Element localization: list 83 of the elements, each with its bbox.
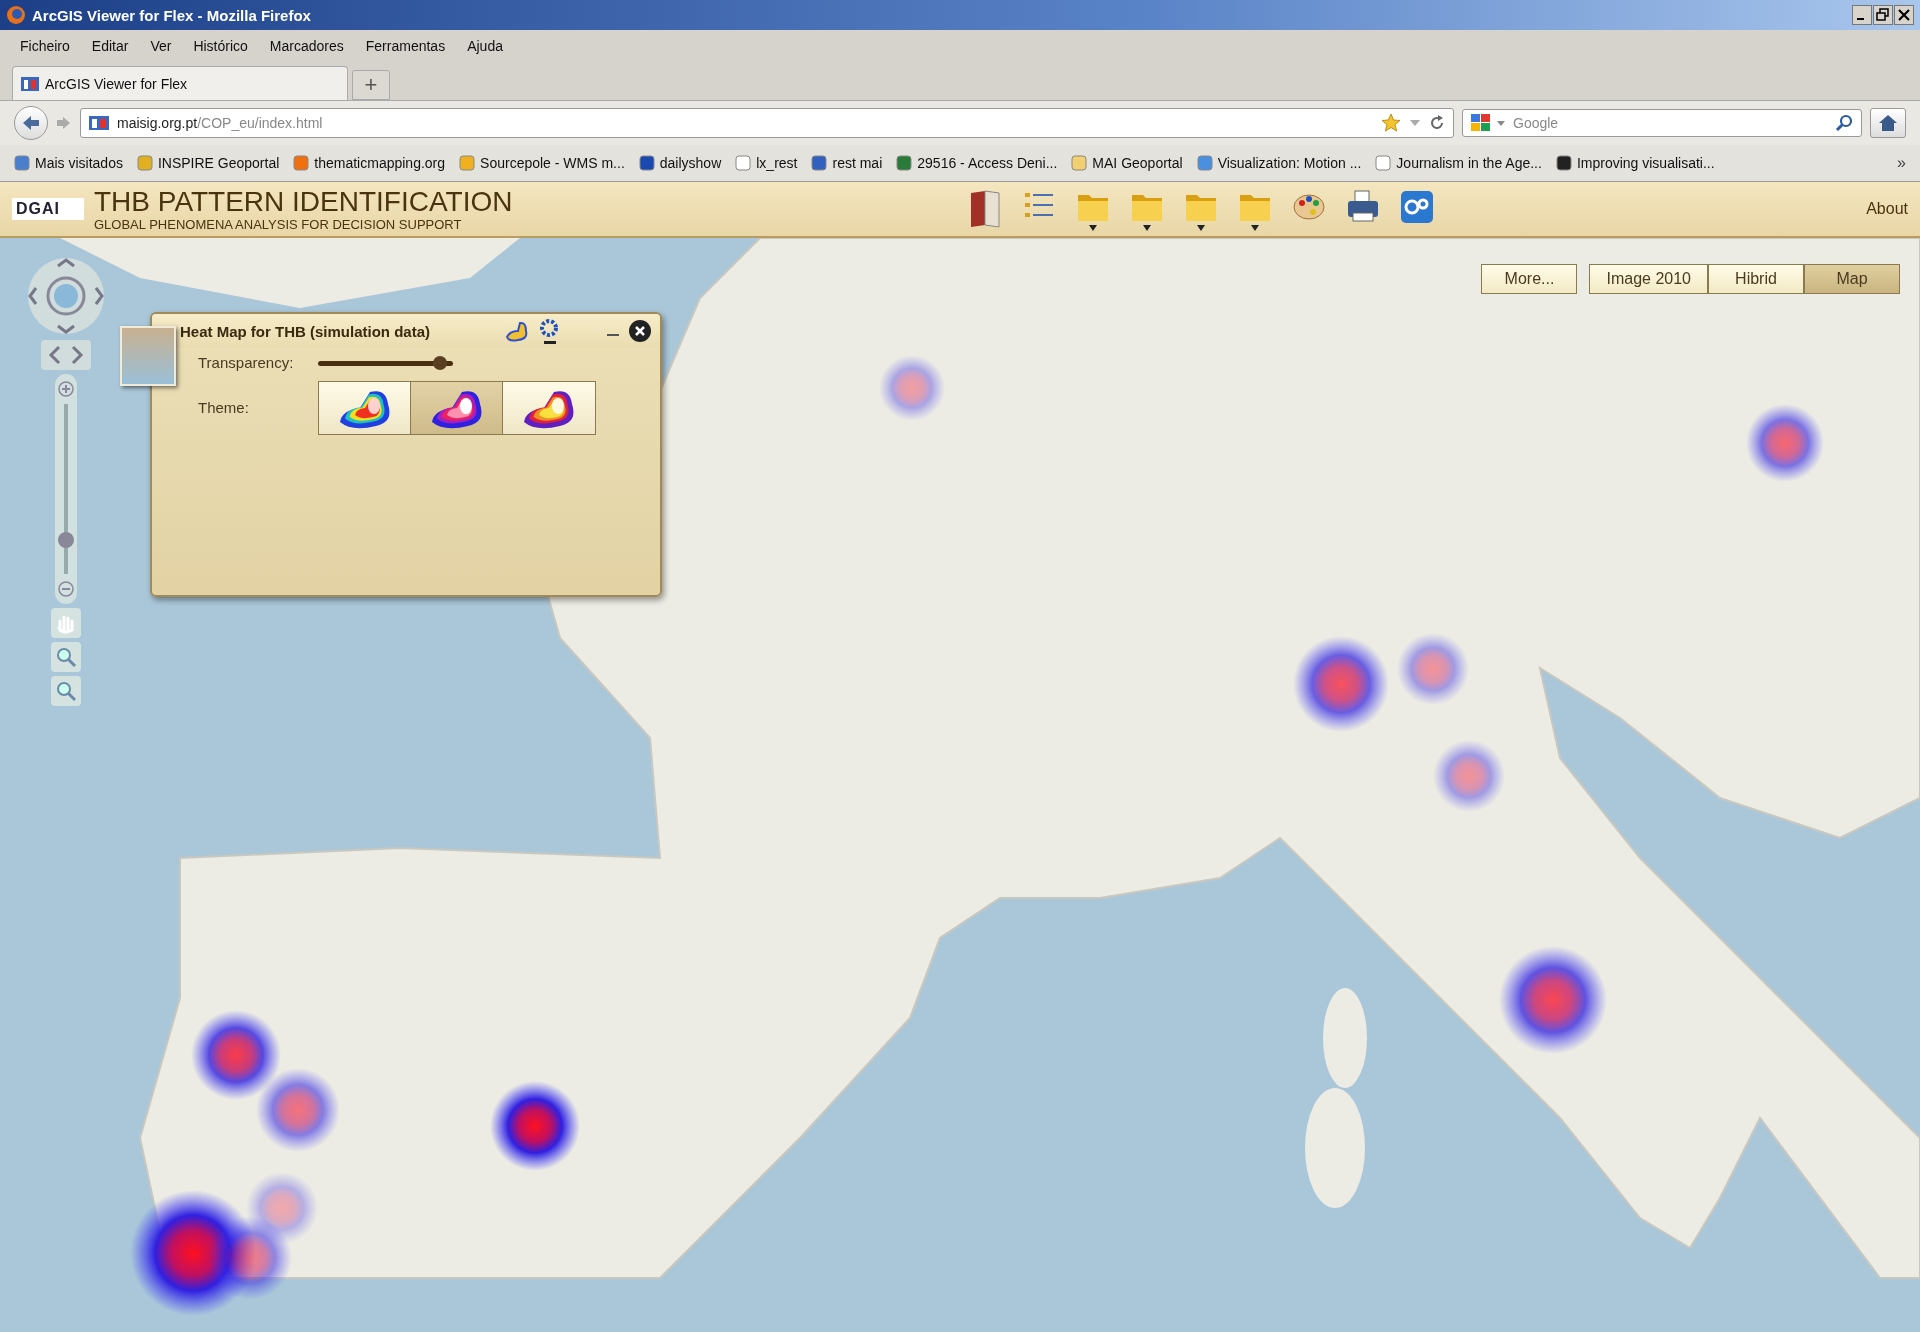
more-bookmarks-button[interactable]: » — [1897, 154, 1906, 172]
previous-next-icon[interactable] — [41, 340, 91, 370]
bookmark-icon — [459, 155, 476, 171]
address-field[interactable]: maisig.org.pt/COP_eu/index.html — [80, 108, 1454, 138]
bookmark-icon — [896, 155, 913, 171]
browser-tab[interactable]: ArcGIS Viewer for Flex — [12, 66, 348, 100]
site-icon — [21, 75, 39, 92]
map-thumbnail — [120, 326, 176, 386]
app-title: THB PATTERN IDENTIFICATION — [94, 186, 513, 217]
bookmark[interactable]: thematicmapping.org — [293, 155, 446, 171]
menu-item[interactable]: Ver — [150, 38, 172, 54]
menu-item[interactable]: Marcadores — [269, 38, 344, 54]
theme-button[interactable] — [319, 382, 411, 434]
bookmark-icon — [14, 155, 30, 171]
heat-blob-icon[interactable] — [504, 319, 530, 343]
search-field[interactable]: Google — [1462, 109, 1862, 137]
window-title: ArcGIS Viewer for Flex - Mozilla Firefox — [32, 6, 311, 24]
theme-button[interactable] — [503, 382, 595, 434]
bookmark-icon — [1375, 155, 1392, 171]
reload-icon[interactable] — [1429, 115, 1445, 131]
bookmark-icon — [735, 155, 752, 171]
restore-icon[interactable] — [1873, 5, 1893, 25]
zoom-out-tool-button[interactable] — [51, 676, 81, 706]
bookmark[interactable]: Visualization: Motion ... — [1196, 155, 1362, 171]
bookmark-icon — [136, 155, 153, 171]
back-button[interactable] — [14, 106, 48, 140]
magnifier-icon — [55, 680, 77, 702]
bookmark-icon — [1555, 155, 1572, 171]
magnifier-icon — [55, 646, 77, 668]
theme-button[interactable] — [411, 382, 503, 434]
bookmark[interactable]: INSPIRE Geoportal — [136, 155, 280, 171]
transparency-label: Transparency: — [198, 353, 295, 373]
dropdown-icon[interactable] — [1409, 118, 1421, 128]
dropdown-icon — [1497, 119, 1505, 127]
bookmark[interactable]: 29516 - Access Deni... — [896, 155, 1058, 171]
address-text: maisig.org.pt/COP_eu/index.html — [117, 115, 323, 131]
app-subtitle: GLOBAL PHENOMENA ANALYSIS FOR DECISION SUPPORT — [94, 216, 463, 232]
theme-label: Theme: — [198, 398, 250, 418]
zoom-in-icon[interactable] — [57, 380, 75, 398]
app-logo: DGAI — [12, 198, 84, 220]
bookmark-icon — [638, 155, 655, 171]
menu-item[interactable]: Ferramentas — [365, 38, 446, 54]
bookmark[interactable]: Improving visualisati... — [1555, 155, 1715, 171]
pan-control-icon[interactable] — [26, 256, 106, 336]
slider-thumb[interactable] — [58, 532, 74, 548]
basemap-button[interactable]: Hibrid — [1708, 264, 1804, 294]
bookmark[interactable]: dailyshow — [638, 155, 722, 171]
bookmark[interactable]: Mais visitados — [14, 155, 123, 171]
firefox-icon — [6, 5, 26, 25]
bookmark[interactable]: rest mai — [811, 155, 883, 171]
back-arrow-icon — [21, 114, 41, 132]
basemap-button[interactable]: More... — [1481, 264, 1578, 294]
bookmark[interactable]: Journalism in the Age... — [1375, 155, 1542, 171]
bookmark-icon — [811, 155, 828, 171]
bookmark[interactable]: lx_rest — [735, 155, 798, 171]
bookmark-icon — [293, 155, 310, 171]
search-icon — [1835, 114, 1853, 132]
menu-item[interactable]: Ficheiro — [20, 38, 70, 54]
basemap-button[interactable]: Map — [1804, 264, 1900, 294]
google-icon — [1471, 114, 1491, 132]
bookmark-icon — [1071, 155, 1088, 171]
menu-item[interactable]: Editar — [91, 38, 129, 54]
home-button[interactable] — [1870, 108, 1906, 138]
bookmark[interactable]: Sourcepole - WMS m... — [459, 155, 625, 171]
new-tab-button[interactable]: + — [352, 70, 390, 100]
basemap-button[interactable]: Image 2010 — [1589, 264, 1708, 294]
zoom-in-tool-button[interactable] — [51, 642, 81, 672]
zoom-out-icon[interactable] — [57, 580, 75, 598]
menu-item[interactable]: Histórico — [193, 38, 248, 54]
close-icon[interactable] — [1894, 5, 1914, 25]
zoom-slider[interactable] — [55, 374, 77, 604]
about-link[interactable]: About — [1866, 200, 1908, 218]
panel-title: Heat Map for THB (simulation data) — [180, 322, 430, 340]
close-icon[interactable] — [628, 319, 652, 343]
bookmark[interactable]: MAI Geoportal — [1071, 155, 1183, 171]
minimize-icon[interactable] — [1852, 5, 1872, 25]
star-icon[interactable] — [1381, 113, 1401, 133]
menu-item[interactable]: Ajuda — [467, 38, 503, 54]
bookmark-icon — [1196, 155, 1213, 171]
site-icon — [89, 115, 109, 131]
home-icon — [1878, 114, 1898, 132]
slider-thumb[interactable] — [432, 355, 447, 370]
search-input[interactable]: Google — [1511, 111, 1829, 135]
